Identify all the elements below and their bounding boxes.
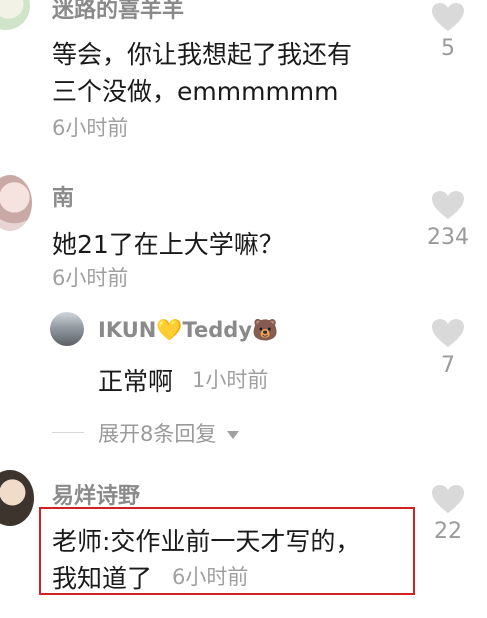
caret-down-icon [227,431,240,439]
expand-divider [52,432,84,433]
like-count: 22 [434,519,462,544]
heart-icon[interactable] [431,2,465,32]
like-count: 234 [427,225,469,250]
comment-time: 6小时前 [52,116,129,140]
avatar[interactable] [0,0,30,30]
heart-icon[interactable] [431,484,465,514]
heart-icon[interactable] [431,318,465,348]
reply-username[interactable]: IKUN💛Teddy🐻 [98,318,278,343]
reply-time: 1小时前 [192,368,269,392]
comment-username[interactable]: 南 [52,180,74,212]
comment-username[interactable]: 易烊诗野 [52,478,140,510]
reply-text: 正常啊 [98,367,174,396]
comment-time: 6小时前 [52,266,129,290]
comment-username[interactable]: 迷路的喜羊羊 [52,0,184,24]
comment-text: 她21了在上大学嘛？ [52,230,284,259]
comment-text-line-1: 等会，你让我想起了我还有 [52,40,353,69]
avatar[interactable] [0,470,34,526]
expand-replies-button[interactable]: 展开8条回复 [98,418,240,448]
heart-icon[interactable] [431,190,465,220]
expand-replies-label: 展开8条回复 [98,422,217,446]
avatar[interactable] [0,175,32,231]
like-count: 5 [441,36,455,61]
like-count: 7 [441,353,455,378]
highlight-box [39,507,415,595]
avatar[interactable] [50,312,84,346]
comment-text-line-2: 三个没做，emmmmmm [52,77,339,106]
